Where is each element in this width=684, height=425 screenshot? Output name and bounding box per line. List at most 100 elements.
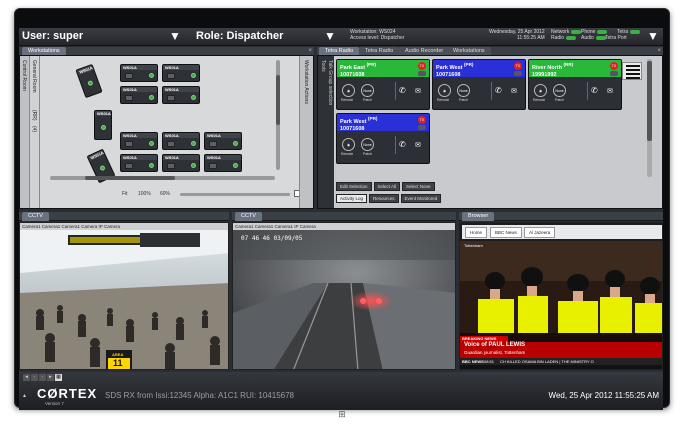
remote-button[interactable]: ◉ — [438, 84, 451, 97]
status-clock: Wed, 25 Apr 2012 11:55:25 AM — [548, 391, 659, 400]
workstation-tile[interactable]: WS01A — [162, 64, 200, 82]
cctv2-video[interactable]: Camera1 Camera1 Camera1 IP Camera 07 46 … — [232, 222, 456, 370]
next-icon[interactable]: ▸ — [47, 374, 54, 381]
page-1-button[interactable]: · — [31, 374, 38, 381]
tetra-sidebar: Tools Talk Group selection — [318, 56, 334, 208]
select-none-button[interactable]: Select None — [402, 182, 435, 191]
workstation-tile[interactable]: WS01A — [120, 86, 158, 104]
patch-button[interactable]: None — [553, 84, 566, 97]
status-led — [191, 95, 196, 100]
train-platform-feed — [233, 230, 455, 369]
map-vertical-scrollbar[interactable] — [276, 60, 280, 170]
screen-icon — [167, 95, 175, 101]
edit-selection-button[interactable]: Edit Selection — [336, 182, 372, 191]
phone-icon[interactable]: ✆ — [399, 86, 406, 95]
phone-icon[interactable]: ✆ — [399, 140, 406, 149]
message-icon[interactable]: ✉ — [415, 87, 421, 95]
layout-grid-icon[interactable]: ▦ — [55, 374, 62, 381]
control-room-sidebar[interactable]: Control Room — [20, 56, 30, 208]
workstation-tile[interactable]: WS01A — [162, 132, 200, 150]
side-label-4[interactable]: (4) — [31, 126, 37, 132]
scroll-thumb[interactable] — [85, 176, 175, 180]
rx-indicator — [418, 125, 426, 130]
workstation-tile[interactable]: WS01A — [162, 154, 200, 172]
workstation-tile[interactable]: WS01A — [75, 63, 103, 99]
news-ticker: CH KILLED OSAMA BIN LADEN | THE MINISTRY… — [500, 359, 594, 364]
workstation-tile[interactable]: WS01A — [94, 110, 112, 140]
workstation-tile[interactable]: WS01A — [162, 86, 200, 104]
user-dropdown-icon[interactable]: ▼ — [169, 29, 181, 43]
talk-group-card[interactable]: Park West (PR) 10071608 TX ◉ Remote None Pa… — [432, 59, 526, 110]
room-list-sidebar[interactable]: General Room (RR) (4) — [30, 56, 40, 208]
expand-icon[interactable]: ▴ — [23, 392, 26, 399]
patch-button[interactable]: None — [361, 138, 374, 151]
workstation-tile[interactable]: WS01A — [204, 154, 242, 172]
browser-aljazeera-button[interactable]: Al Jazeera — [524, 227, 556, 238]
talk-group-header: River North (RR) 19991992 — [529, 60, 621, 78]
tab-cctv-2[interactable]: CCTV — [235, 212, 262, 221]
side-label-general-room[interactable]: General Room — [31, 60, 37, 93]
message-icon[interactable]: ✉ — [415, 141, 421, 149]
talk-group-card[interactable]: Park West (PR) 10071608 TX ◉ Remote None Pa… — [336, 113, 430, 164]
date-time-display: Wednesday, 25 Apr 2012 11:55:25 AM — [489, 29, 545, 41]
workstation-tile[interactable]: WS01A — [204, 132, 242, 150]
talk-group-card[interactable]: Park East (PR) 10071608 TX ◉ Remote None Pa… — [336, 59, 430, 110]
menu-icon[interactable] — [622, 62, 642, 80]
tetra-vertical-scrollbar[interactable] — [647, 59, 652, 177]
station-concourse-feed — [20, 230, 228, 369]
news-headline: Voice of PAUL LEWIS — [464, 342, 526, 348]
side-label-rr[interactable]: (RR) — [31, 110, 37, 121]
status-led — [149, 163, 154, 168]
side-label-talk-group[interactable]: Talk Group selection — [327, 60, 333, 105]
sds-message: SDS RX from Issi:12345 Alpha: A1C1 RUI: … — [105, 391, 294, 400]
workstation-actions-label[interactable]: Workstation Actions — [303, 60, 309, 104]
workstation-tile[interactable]: WS01A — [120, 132, 158, 150]
tx-indicator: TX — [418, 116, 426, 124]
browser-bbc-button[interactable]: BBC News — [490, 227, 522, 238]
tab-cctv-1[interactable]: CCTV — [22, 212, 49, 221]
remote-button[interactable]: ◉ — [342, 138, 355, 151]
cctv1-video[interactable]: Camera1 Camera1 Camera1 Camera IP Camera… — [19, 222, 229, 370]
news-channel: BBC NEWS — [462, 359, 484, 364]
role-label: Role: Dispatcher — [196, 30, 284, 42]
role-dropdown-icon[interactable]: ▼ — [324, 29, 336, 43]
zoom-100-button[interactable]: 100% — [138, 191, 151, 197]
breaking-news-label: BREAKING NEWS — [462, 336, 497, 341]
patch-button[interactable]: None — [361, 84, 374, 97]
tab-activity-log[interactable]: Activity Log — [336, 194, 368, 203]
tab-event-monitored[interactable]: Event Monitored — [400, 194, 442, 203]
browser-home-button[interactable]: Home — [465, 227, 488, 238]
side-label-tools[interactable]: Tools — [320, 60, 326, 72]
talk-group-card[interactable]: River North (RR) 19991992 TX ◉ Remote None… — [528, 59, 622, 110]
workstation-tile[interactable]: WS01A — [120, 154, 158, 172]
scroll-thumb[interactable] — [276, 75, 280, 125]
scroll-thumb[interactable] — [647, 61, 652, 141]
browser-nav-bar: Home BBC News Al Jazeera — [462, 225, 662, 239]
workstation-actions-sidebar[interactable]: Workstation Actions — [299, 56, 313, 208]
talk-group-header: Park West (PR) 10071608 — [337, 114, 429, 132]
workstation-floor-map[interactable]: WS01A WS01A WS01A WS01A WS01A WS01A WS01… — [42, 58, 274, 188]
map-horizontal-scrollbar[interactable] — [50, 176, 275, 180]
message-icon[interactable]: ✉ — [607, 87, 613, 95]
status-dropdown-icon[interactable]: ▼ — [647, 29, 659, 43]
prev-icon[interactable]: ◂ — [23, 374, 30, 381]
zoom-level: 60% — [160, 191, 171, 197]
remote-button[interactable]: ◉ — [534, 84, 547, 97]
zoom-fit-button[interactable]: Fit — [122, 191, 128, 197]
zoom-slider[interactable] — [180, 193, 290, 196]
rx-indicator — [514, 71, 522, 76]
access-level: Access level: Dispatcher — [350, 35, 405, 41]
status-led — [99, 164, 106, 172]
phone-icon[interactable]: ✆ — [591, 86, 598, 95]
workstation-info: Workstation: WS024 Access level: Dispatc… — [350, 29, 404, 41]
message-icon[interactable]: ✉ — [511, 87, 517, 95]
remote-button[interactable]: ◉ — [342, 84, 355, 97]
workstation-tile[interactable]: WS01A — [120, 64, 158, 82]
page-2-button[interactable]: · — [39, 374, 46, 381]
select-all-button[interactable]: Select All — [373, 182, 401, 191]
tab-resources[interactable]: Resources — [369, 194, 399, 203]
side-label-control-room[interactable]: Control Room — [21, 60, 27, 91]
phone-icon[interactable]: ✆ — [495, 86, 502, 95]
patch-button[interactable]: None — [457, 84, 470, 97]
tab-browser[interactable]: Browser — [462, 212, 495, 221]
